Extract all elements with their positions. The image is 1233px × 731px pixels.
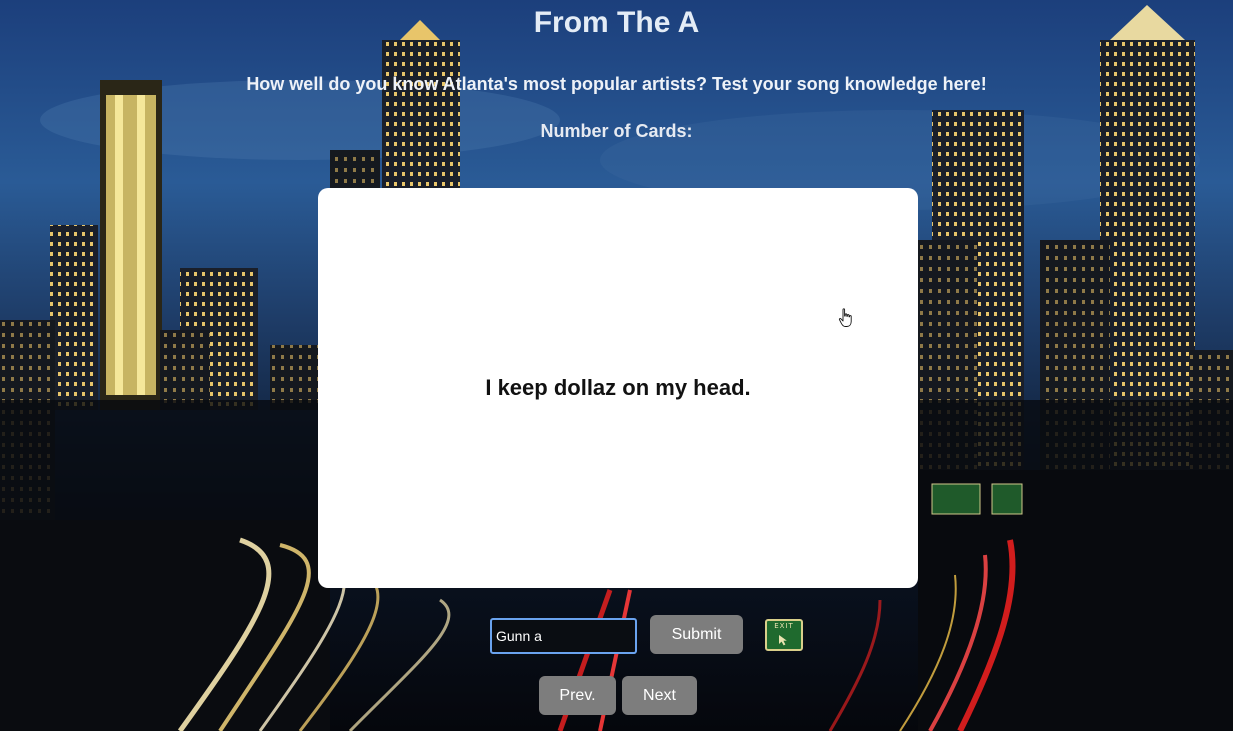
prev-button[interactable]: Prev. (539, 676, 616, 715)
page-subtitle: How well do you know Atlanta's most popu… (246, 74, 987, 94)
submit-button[interactable]: Submit (650, 615, 743, 654)
card-count-label: Number of Cards: (540, 121, 693, 141)
exit-sign-label: EXIT (774, 622, 794, 630)
flashcard-text: I keep dollaz on my head. (485, 375, 751, 400)
answer-input[interactable] (490, 618, 637, 654)
next-button[interactable]: Next (622, 676, 697, 715)
exit-arrow-icon (779, 635, 787, 646)
exit-sign-icon[interactable]: EXIT (765, 619, 803, 651)
flashcard[interactable]: I keep dollaz on my head. (318, 188, 918, 588)
page-title: From The A (533, 6, 700, 39)
hand-pointer-icon (838, 308, 852, 327)
